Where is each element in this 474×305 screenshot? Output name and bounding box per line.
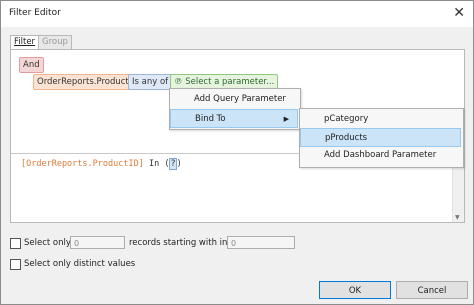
cancel-button[interactable]: Cancel	[396, 281, 468, 299]
expression-close-paren: )	[176, 159, 182, 169]
window-title: Filter Editor	[9, 8, 61, 18]
expression-field: [OrderReports.ProductID]	[21, 159, 144, 169]
records-label: records starting with index	[129, 238, 243, 248]
parameter-icon: ℗	[174, 77, 183, 87]
distinct-values-checkbox[interactable]	[10, 259, 21, 270]
group-operator-chip[interactable]: And	[19, 57, 44, 73]
tab-filter[interactable]: Filter	[10, 35, 40, 50]
submenu-item-label: pCategory	[324, 114, 369, 124]
submenu-item-label: Add Dashboard Parameter	[324, 150, 437, 160]
expression-keyword: In	[148, 159, 160, 169]
parameter-placeholder: Select a parameter...	[185, 77, 275, 87]
operator-chip[interactable]: Is any of	[128, 74, 173, 90]
select-only-label: Select only	[24, 238, 71, 248]
tab-group-filter[interactable]: Group Filter	[38, 35, 72, 60]
bind-to-submenu: pCategory pProducts Add Dashboard Parame…	[299, 108, 464, 168]
ok-button[interactable]: OK	[319, 281, 391, 299]
menu-item-label: Bind To	[195, 114, 226, 124]
menu-item-add-query-parameter[interactable]: Add Query Parameter	[170, 90, 322, 109]
select-only-count-input[interactable]: 0	[70, 236, 125, 249]
submenu-item-label: pProducts	[325, 133, 368, 143]
menu-item-label: Add Query Parameter	[194, 94, 286, 104]
field-chip[interactable]: OrderReports.ProductID	[33, 74, 142, 90]
scroll-down-icon[interactable]: ▼	[455, 214, 460, 221]
menu-item-bind-to[interactable]: Bind To ▶	[170, 109, 298, 128]
title-bar: Filter Editor ✕	[1, 1, 473, 27]
submenu-item-pproducts[interactable]: pProducts	[300, 128, 461, 147]
submenu-item-add-dashboard-parameter[interactable]: Add Dashboard Parameter	[300, 146, 474, 165]
start-index-input[interactable]: 0	[227, 236, 295, 249]
close-icon[interactable]: ✕	[453, 5, 465, 21]
submenu-arrow-icon: ▶	[283, 115, 289, 123]
select-only-checkbox[interactable]	[10, 238, 21, 249]
expression-value: ?	[169, 158, 177, 170]
distinct-values-label: Select only distinct values	[24, 259, 136, 269]
context-menu: Add Query Parameter Bind To ▶	[169, 88, 301, 130]
submenu-item-pcategory[interactable]: pCategory	[300, 110, 474, 129]
filter-editor-dialog: Filter Editor ✕ Filter Group Filter And …	[0, 0, 474, 305]
expression-text: [OrderReports.ProductID] In (?)	[21, 158, 182, 170]
